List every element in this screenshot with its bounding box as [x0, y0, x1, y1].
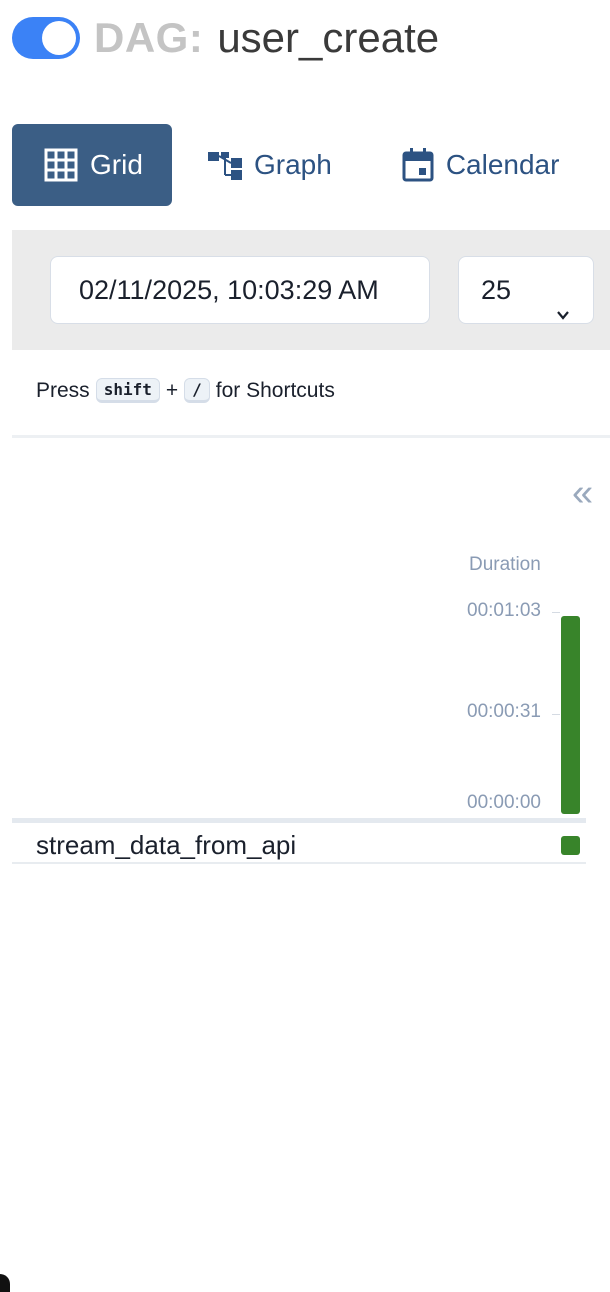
base-date-input[interactable]: 02/11/2025, 10:03:29 AM — [50, 256, 430, 324]
dag-pause-toggle[interactable] — [12, 17, 80, 59]
chevron-down-icon — [555, 281, 571, 347]
tab-grid[interactable]: Grid — [12, 124, 172, 206]
shortcuts-hint: Press shift + / for Shortcuts — [36, 378, 335, 403]
tab-calendar[interactable]: Calendar — [364, 124, 592, 206]
duration-tick-min: 00:00:00 — [467, 792, 541, 813]
dag-run-duration-bar[interactable] — [561, 616, 580, 814]
tab-grid-label: Grid — [90, 149, 143, 180]
double-chevron-left-icon[interactable]: « — [572, 474, 593, 512]
shortcuts-suffix: for Shortcuts — [215, 378, 335, 402]
shortcuts-plus: + — [165, 378, 179, 402]
task-instance-status[interactable] — [561, 836, 580, 855]
duration-tick-max: 00:01:03 — [467, 600, 541, 621]
tick-mark — [552, 714, 560, 715]
num-runs-select[interactable]: 25 — [458, 256, 594, 324]
divider — [12, 435, 610, 438]
dag-title-prefix: DAG: — [94, 14, 204, 61]
calendar-icon — [402, 148, 434, 182]
filter-bar: 02/11/2025, 10:03:29 AM 25 — [12, 230, 610, 350]
toggle-knob — [42, 21, 76, 55]
task-name[interactable]: stream_data_from_api — [36, 830, 296, 861]
shift-key: shift — [95, 378, 160, 403]
duration-label: Duration — [469, 554, 541, 575]
dag-title-name: user_create — [217, 14, 440, 61]
table-row: stream_data_from_api — [12, 826, 586, 864]
window-corner — [0, 1274, 10, 1292]
view-tabs: Grid Graph Calendar — [12, 124, 591, 206]
dag-grid-page: DAG: user_create Grid Graph Calendar 02/… — [0, 0, 610, 1292]
num-runs-value: 25 — [481, 275, 512, 305]
duration-axis-base — [12, 818, 586, 823]
tab-graph-label: Graph — [254, 149, 332, 180]
graph-icon — [208, 150, 242, 180]
slash-key: / — [184, 378, 210, 403]
dag-header: DAG: user_create — [12, 14, 439, 62]
grid-icon — [44, 148, 78, 182]
tab-calendar-label: Calendar — [445, 149, 560, 180]
duration-tick-mid: 00:00:31 — [467, 701, 541, 722]
tab-graph[interactable]: Graph — [176, 124, 364, 206]
tick-mark — [552, 612, 560, 613]
shortcuts-press: Press — [36, 378, 90, 402]
